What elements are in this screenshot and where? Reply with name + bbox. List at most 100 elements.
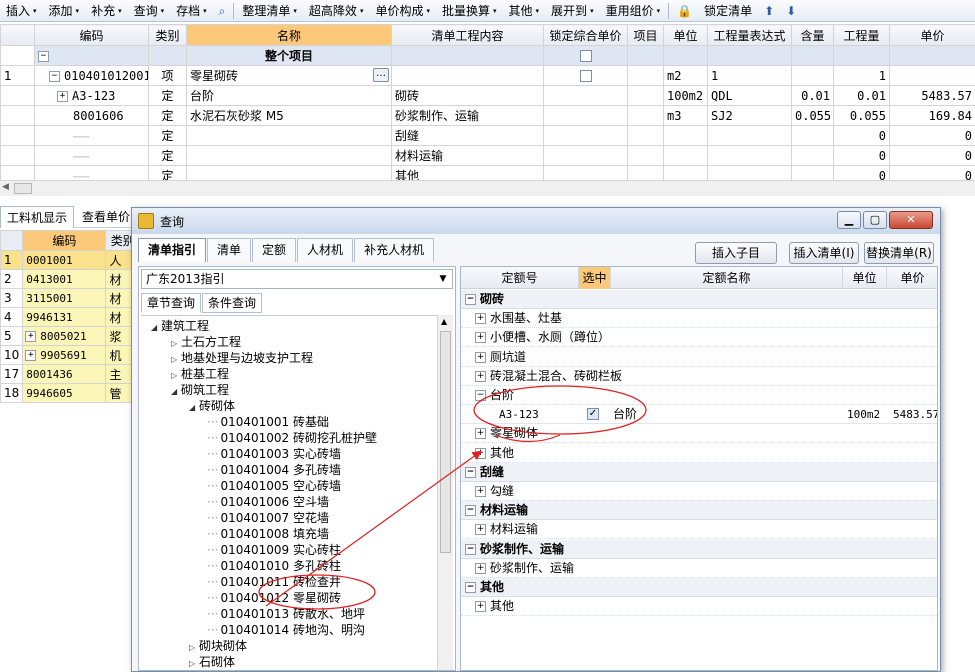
- close-button[interactable]: ✕: [889, 211, 933, 229]
- col-header-1[interactable]: 类别: [148, 24, 187, 46]
- collapse-icon[interactable]: −: [475, 390, 486, 401]
- collapse-icon[interactable]: −: [49, 70, 60, 82]
- quota-group[interactable]: − 砂浆制作、运输: [461, 539, 937, 559]
- expand-icon[interactable]: +: [475, 562, 486, 574]
- quota-subgroup[interactable]: + 其他: [461, 444, 937, 463]
- cell-lock[interactable]: [543, 85, 628, 106]
- col-header-2[interactable]: 名称: [186, 24, 392, 46]
- cell-expr[interactable]: [707, 125, 792, 146]
- tree-node[interactable]: ◢ 砖砌体: [189, 398, 235, 414]
- cell-price[interactable]: 0: [889, 125, 975, 146]
- cell-qty[interactable]: 1: [833, 65, 890, 86]
- col-header-3[interactable]: 清单工程内容: [391, 24, 544, 46]
- more-button[interactable]: …: [373, 68, 389, 82]
- cell-item[interactable]: [627, 65, 664, 86]
- cell-content[interactable]: 其他: [391, 165, 544, 180]
- cell-qty_ratio[interactable]: [791, 165, 834, 180]
- col-header-3[interactable]: 单位: [843, 267, 887, 289]
- cell-item[interactable]: [627, 85, 664, 106]
- collapse-icon[interactable]: −: [465, 466, 476, 478]
- lock-checkbox[interactable]: [579, 70, 592, 82]
- cell-unit[interactable]: m2: [663, 65, 708, 86]
- toolbar-button-1[interactable]: 添加 ▾: [43, 0, 86, 22]
- tab-2[interactable]: 定额: [252, 238, 297, 262]
- quota-subgroup[interactable]: + 小便槽、水厕（蹲位）: [461, 328, 937, 348]
- col-code[interactable]: 编码: [22, 230, 107, 251]
- tree-node[interactable]: ··· 010401008 填充墙: [207, 526, 329, 542]
- col-header-9[interactable]: 工程量: [833, 24, 890, 46]
- quota-subgroup[interactable]: + 砖混凝土混合、砖砌栏板: [461, 367, 937, 386]
- guide-select[interactable]: 广东2013指引 ▼: [141, 269, 453, 289]
- expand-icon[interactable]: +: [25, 350, 37, 361]
- expand-icon[interactable]: +: [475, 428, 486, 440]
- lock-checkbox[interactable]: [579, 50, 592, 62]
- tree-vertical-scrollbar[interactable]: ▲: [437, 315, 453, 670]
- subtab-1[interactable]: 条件查询: [202, 293, 263, 313]
- tree-node[interactable]: ▷ 桩基工程: [171, 366, 229, 382]
- cell-expr[interactable]: [707, 165, 792, 180]
- cell-code[interactable]: 3115001: [22, 288, 107, 308]
- toolbar-button-0[interactable]: 插入 ▾: [0, 0, 43, 22]
- cell-item[interactable]: [627, 105, 664, 126]
- expand-icon[interactable]: +: [475, 332, 486, 344]
- cell-qty[interactable]: 0: [833, 165, 890, 180]
- table-row[interactable]: 3 3115001 材: [0, 288, 140, 308]
- cell-qty_ratio[interactable]: [791, 65, 834, 86]
- cell-name[interactable]: [186, 145, 392, 166]
- tree-node[interactable]: ··· 010401002 砖砌挖孔桩护壁: [207, 430, 377, 446]
- cell-item[interactable]: [627, 145, 664, 166]
- toolbar-button-9[interactable]: 其他 ▾: [503, 0, 546, 22]
- quota-subgroup[interactable]: + 砂浆制作、运输: [461, 559, 937, 578]
- toolbar-button-5[interactable]: 整理清单 ▾: [236, 0, 303, 22]
- table-row[interactable]: ─── 定 刮缝 0 0: [0, 125, 975, 146]
- cell-code[interactable]: ───: [34, 145, 149, 166]
- collapse-icon[interactable]: −: [465, 505, 476, 517]
- cell-expr[interactable]: 1: [707, 65, 792, 86]
- cell-code[interactable]: ───: [34, 125, 149, 146]
- expand-icon[interactable]: +: [475, 524, 486, 536]
- quota-subgroup[interactable]: + 厕坑道: [461, 348, 937, 367]
- cell-unit[interactable]: [663, 165, 708, 180]
- cell-qty_ratio[interactable]: [791, 45, 834, 66]
- tab-material-display[interactable]: 工料机显示: [0, 205, 75, 228]
- quota-subgroup[interactable]: + 零星砌体: [461, 424, 937, 444]
- toolbar-button-2[interactable]: 补充 ▾: [85, 0, 128, 22]
- collapse-icon[interactable]: ◢: [189, 400, 199, 416]
- cell-code[interactable]: −: [34, 45, 149, 66]
- cell-code[interactable]: +8005021: [22, 326, 107, 346]
- quota-group[interactable]: − 刮缝: [461, 462, 937, 482]
- collapse-icon[interactable]: ◢: [171, 384, 181, 400]
- table-row[interactable]: 8001606 定水泥石灰砂浆 M5 砂浆制作、运输 m3 SJ2 0.055 0.055 1…: [0, 105, 975, 126]
- cell-content[interactable]: 砌砖: [391, 85, 544, 106]
- quota-group[interactable]: − 材料运输: [461, 501, 937, 521]
- tree-node[interactable]: ▷ 地基处理与边坡支护工程: [171, 350, 313, 366]
- tab-1[interactable]: 清单: [207, 238, 252, 262]
- scroll-thumb[interactable]: [14, 183, 32, 194]
- cell-lock[interactable]: [543, 165, 628, 180]
- cell-lock[interactable]: [543, 105, 628, 126]
- insert-list-button[interactable]: 插入清单(I): [789, 242, 859, 264]
- quota-subgroup[interactable]: + 勾缝: [461, 482, 937, 501]
- maximize-button[interactable]: ▢: [863, 211, 887, 229]
- cell-name[interactable]: 水泥石灰砂浆 M5: [186, 105, 392, 126]
- table-row[interactable]: 4 9946131 材: [0, 307, 140, 327]
- tab-4[interactable]: 补充人材机: [354, 238, 435, 262]
- col-header-0[interactable]: 定额号: [461, 267, 579, 289]
- scroll-left-icon[interactable]: ◀: [2, 182, 9, 192]
- expand-icon[interactable]: +: [25, 331, 37, 342]
- cell-type[interactable]: 项: [148, 65, 187, 86]
- cell-type[interactable]: 定: [148, 125, 187, 146]
- cell-qty_ratio[interactable]: 0.01: [791, 85, 834, 106]
- tree-node[interactable]: ▷ 土石方工程: [171, 334, 241, 350]
- table-row[interactable]: 1 0001001 人: [0, 250, 140, 270]
- table-row[interactable]: 18 9946605 管: [0, 383, 140, 403]
- cell-name[interactable]: 台阶: [186, 85, 392, 106]
- quota-subgroup[interactable]: + 水围基、灶基: [461, 309, 937, 329]
- cell-code[interactable]: + A3-123: [34, 85, 149, 106]
- col-header-4[interactable]: 锁定综合单价: [543, 24, 628, 46]
- cell-price[interactable]: [889, 65, 975, 86]
- tree-node[interactable]: ··· 010401013 砖散水、地坪: [207, 606, 365, 622]
- expand-icon[interactable]: +: [475, 370, 486, 382]
- cell-lock[interactable]: [543, 65, 628, 86]
- arrow-down-icon[interactable]: ⬇: [780, 0, 802, 22]
